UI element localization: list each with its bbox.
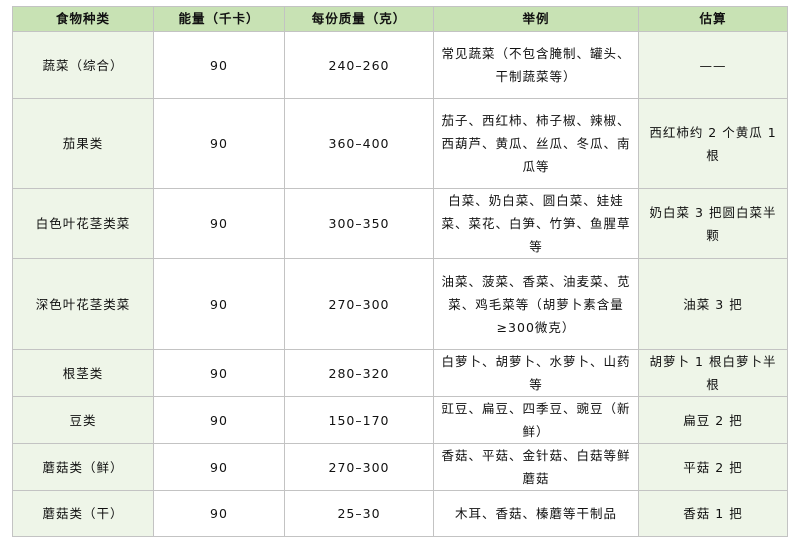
energy-cell: 90 bbox=[153, 396, 285, 444]
energy-cell: 90 bbox=[153, 490, 285, 537]
energy-cell: 90 bbox=[153, 258, 285, 350]
category-cell: 蘑菇类（干） bbox=[12, 490, 154, 537]
header-mass-per-serving: 每份质量（克） bbox=[284, 6, 434, 32]
examples-cell: 豇豆、扁豆、四季豆、豌豆（新鲜） bbox=[433, 396, 639, 444]
mass-cell: 280–320 bbox=[284, 349, 434, 397]
estimate-cell: 平菇 2 把 bbox=[638, 443, 788, 491]
energy-cell: 90 bbox=[153, 31, 285, 99]
examples-cell: 白萝卜、胡萝卜、水萝卜、山药等 bbox=[433, 349, 639, 397]
table-row: 深色叶花茎类菜 90 270–300 油菜、菠菜、香菜、油麦菜、苋菜、鸡毛菜等（… bbox=[12, 258, 788, 350]
examples-cell: 白菜、奶白菜、圆白菜、娃娃菜、菜花、白笋、竹笋、鱼腥草等 bbox=[433, 188, 639, 259]
estimate-cell: 胡萝卜 1 根白萝卜半根 bbox=[638, 349, 788, 397]
mass-cell: 270–300 bbox=[284, 258, 434, 350]
table-row: 蘑菇类（鲜） 90 270–300 香菇、平菇、金针菇、白菇等鲜蘑菇 平菇 2 … bbox=[12, 443, 788, 491]
category-cell: 豆类 bbox=[12, 396, 154, 444]
estimate-cell: 西红柿约 2 个黄瓜 1 根 bbox=[638, 98, 788, 189]
energy-cell: 90 bbox=[153, 443, 285, 491]
category-cell: 蘑菇类（鲜） bbox=[12, 443, 154, 491]
table-row: 白色叶花茎类菜 90 300–350 白菜、奶白菜、圆白菜、娃娃菜、菜花、白笋、… bbox=[12, 188, 788, 259]
energy-cell: 90 bbox=[153, 188, 285, 259]
mass-cell: 150–170 bbox=[284, 396, 434, 444]
examples-cell: 茄子、西红柿、柿子椒、辣椒、西葫芦、黄瓜、丝瓜、冬瓜、南瓜等 bbox=[433, 98, 639, 189]
table-row: 根茎类 90 280–320 白萝卜、胡萝卜、水萝卜、山药等 胡萝卜 1 根白萝… bbox=[12, 349, 788, 397]
mass-cell: 270–300 bbox=[284, 443, 434, 491]
mass-cell: 240–260 bbox=[284, 31, 434, 99]
mass-cell: 360–400 bbox=[284, 98, 434, 189]
table-row: 蘑菇类（干） 90 25–30 木耳、香菇、榛蘑等干制品 香菇 1 把 bbox=[12, 490, 788, 537]
category-cell: 茄果类 bbox=[12, 98, 154, 189]
category-cell: 根茎类 bbox=[12, 349, 154, 397]
header-estimate: 估算 bbox=[638, 6, 788, 32]
estimate-cell: —— bbox=[638, 31, 788, 99]
examples-cell: 常见蔬菜（不包含腌制、罐头、干制蔬菜等） bbox=[433, 31, 639, 99]
category-cell: 白色叶花茎类菜 bbox=[12, 188, 154, 259]
header-energy: 能量（千卡） bbox=[153, 6, 285, 32]
header-examples: 举例 bbox=[433, 6, 639, 32]
table-row: 蔬菜（综合） 90 240–260 常见蔬菜（不包含腌制、罐头、干制蔬菜等） —… bbox=[12, 31, 788, 99]
mass-cell: 300–350 bbox=[284, 188, 434, 259]
estimate-cell: 奶白菜 3 把圆白菜半颗 bbox=[638, 188, 788, 259]
vegetable-portion-table: 食物种类 能量（千卡） 每份质量（克） 举例 估算 蔬菜（综合） 90 240–… bbox=[12, 6, 788, 537]
estimate-cell: 扁豆 2 把 bbox=[638, 396, 788, 444]
examples-cell: 香菇、平菇、金针菇、白菇等鲜蘑菇 bbox=[433, 443, 639, 491]
estimate-cell: 油菜 3 把 bbox=[638, 258, 788, 350]
examples-cell: 木耳、香菇、榛蘑等干制品 bbox=[433, 490, 639, 537]
estimate-cell: 香菇 1 把 bbox=[638, 490, 788, 537]
energy-cell: 90 bbox=[153, 349, 285, 397]
energy-cell: 90 bbox=[153, 98, 285, 189]
table-row: 茄果类 90 360–400 茄子、西红柿、柿子椒、辣椒、西葫芦、黄瓜、丝瓜、冬… bbox=[12, 98, 788, 189]
category-cell: 蔬菜（综合） bbox=[12, 31, 154, 99]
examples-cell: 油菜、菠菜、香菜、油麦菜、苋菜、鸡毛菜等（胡萝卜素含量≥300微克） bbox=[433, 258, 639, 350]
food-table-container: 食物种类 能量（千卡） 每份质量（克） 举例 估算 蔬菜（综合） 90 240–… bbox=[12, 6, 788, 537]
header-food-category: 食物种类 bbox=[12, 6, 154, 32]
mass-cell: 25–30 bbox=[284, 490, 434, 537]
category-cell: 深色叶花茎类菜 bbox=[12, 258, 154, 350]
table-header-row: 食物种类 能量（千卡） 每份质量（克） 举例 估算 bbox=[12, 6, 788, 32]
table-row: 豆类 90 150–170 豇豆、扁豆、四季豆、豌豆（新鲜） 扁豆 2 把 bbox=[12, 396, 788, 444]
